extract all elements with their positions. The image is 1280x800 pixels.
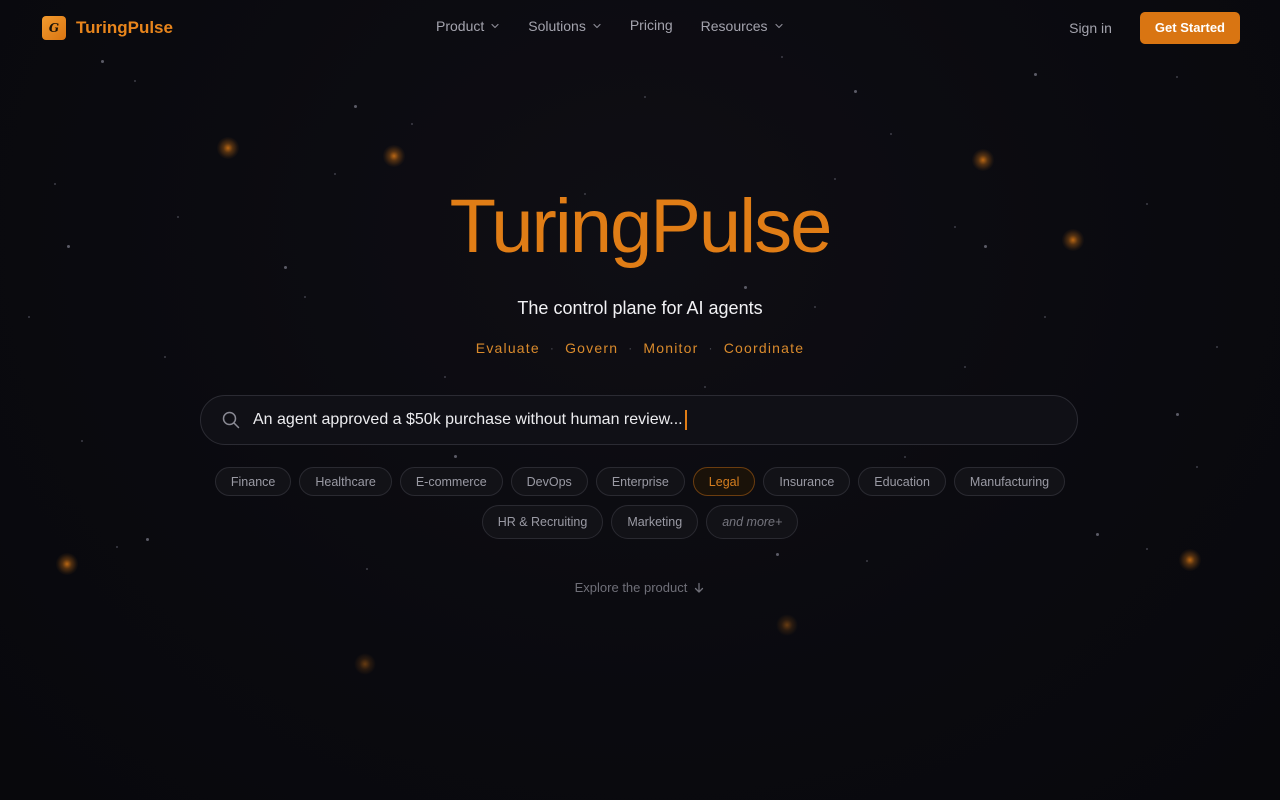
logo-mark-letter: G bbox=[48, 21, 60, 35]
scenario-search-box[interactable]: An agent approved a $50k purchase withou… bbox=[200, 395, 1078, 445]
landing-page: G TuringPulse Product Solutions Pricing … bbox=[0, 0, 1280, 800]
star bbox=[1146, 548, 1148, 550]
chip-manufacturing[interactable]: Manufacturing bbox=[953, 467, 1066, 496]
hero-subtitle: The control plane for AI agents bbox=[517, 298, 763, 318]
star bbox=[411, 123, 413, 125]
chip-finance[interactable]: Finance bbox=[214, 467, 292, 496]
explore-product-link[interactable]: Explore the product bbox=[0, 580, 1280, 595]
pillar-govern: Govern bbox=[565, 340, 619, 356]
top-nav: G TuringPulse Product Solutions Pricing … bbox=[0, 0, 1280, 56]
brand-logo[interactable]: G TuringPulse bbox=[42, 16, 173, 40]
search-input-value[interactable]: An agent approved a $50k purchase withou… bbox=[253, 410, 687, 430]
pillar-coordinate: Coordinate bbox=[723, 340, 805, 356]
star bbox=[644, 96, 646, 98]
star bbox=[444, 376, 446, 378]
star bbox=[890, 133, 892, 135]
search-icon bbox=[222, 411, 240, 429]
chip-hr-recruiting[interactable]: HR & Recruiting bbox=[481, 505, 604, 539]
pillars-list: Evaluate · Govern · Monitor · Coordinate bbox=[0, 340, 1280, 356]
nav-actions: Sign in Get Started bbox=[1069, 12, 1240, 44]
pillar-monitor: Monitor bbox=[643, 340, 699, 356]
nav-solutions[interactable]: Solutions bbox=[528, 18, 602, 34]
nav-product[interactable]: Product bbox=[436, 18, 500, 34]
arrow-down-icon bbox=[695, 582, 704, 593]
star bbox=[116, 546, 118, 548]
chip-healthcare[interactable]: Healthcare bbox=[299, 467, 392, 496]
pillar-evaluate: Evaluate bbox=[475, 340, 540, 356]
chevron-down-icon bbox=[774, 23, 783, 29]
text-cursor bbox=[684, 410, 687, 430]
pillar-separator: · bbox=[708, 341, 714, 355]
explore-label: Explore the product bbox=[574, 580, 688, 595]
chip-legal[interactable]: Legal bbox=[692, 467, 756, 496]
star bbox=[81, 440, 83, 442]
industry-chips-row-1: Finance Healthcare E-commerce DevOps Ent… bbox=[0, 467, 1280, 496]
star bbox=[366, 568, 368, 570]
nav-resources[interactable]: Resources bbox=[701, 18, 784, 34]
glow-dot bbox=[972, 149, 994, 171]
pillar-separator: · bbox=[549, 341, 556, 355]
star bbox=[834, 178, 836, 180]
nav-pricing[interactable]: Pricing bbox=[630, 16, 673, 34]
star bbox=[854, 90, 857, 93]
chip-insurance[interactable]: Insurance bbox=[763, 467, 851, 496]
glow-dot bbox=[1179, 549, 1201, 571]
brand-name: TuringPulse bbox=[76, 18, 173, 37]
chip-marketing[interactable]: Marketing bbox=[611, 505, 699, 539]
pillar-separator: · bbox=[628, 341, 634, 355]
star bbox=[1034, 73, 1037, 76]
chip-education[interactable]: Education bbox=[858, 467, 946, 496]
star bbox=[334, 173, 336, 175]
chip-and-more[interactable]: and more+ bbox=[706, 505, 799, 539]
star bbox=[1176, 76, 1178, 78]
hero-title: TuringPulse bbox=[449, 184, 833, 269]
star bbox=[164, 356, 166, 358]
get-started-button[interactable]: Get Started bbox=[1139, 12, 1240, 44]
chevron-down-icon bbox=[491, 23, 499, 29]
nav-link-label: Pricing bbox=[629, 17, 673, 33]
nav-link-label: Solutions bbox=[528, 18, 586, 34]
star bbox=[904, 456, 906, 458]
star bbox=[744, 286, 747, 289]
nav-links: Product Solutions Pricing Resources bbox=[436, 16, 812, 34]
star bbox=[704, 386, 706, 388]
glow-dot bbox=[383, 145, 405, 167]
star bbox=[781, 56, 783, 58]
nav-link-label: Resources bbox=[700, 18, 768, 34]
search-value-text: An agent approved a $50k purchase withou… bbox=[253, 411, 683, 429]
glow-dot bbox=[776, 614, 798, 636]
star bbox=[776, 553, 779, 556]
sign-in-link[interactable]: Sign in bbox=[1069, 20, 1112, 36]
star bbox=[354, 105, 357, 108]
chevron-down-icon bbox=[593, 23, 601, 29]
nav-link-label: Product bbox=[436, 18, 485, 34]
star bbox=[454, 455, 457, 458]
logo-mark-icon: G bbox=[42, 16, 66, 40]
chip-devops[interactable]: DevOps bbox=[510, 467, 588, 496]
chip-ecommerce[interactable]: E-commerce bbox=[399, 467, 503, 496]
star bbox=[866, 560, 868, 562]
glow-dot bbox=[217, 137, 239, 159]
glow-dot bbox=[354, 653, 376, 675]
star bbox=[964, 366, 966, 368]
glow-dot bbox=[56, 553, 78, 575]
industry-chips-row-2: HR & Recruiting Marketing and more+ bbox=[0, 505, 1280, 539]
star bbox=[134, 80, 136, 82]
star bbox=[1176, 413, 1179, 416]
star bbox=[101, 60, 104, 63]
chip-enterprise[interactable]: Enterprise bbox=[595, 467, 685, 496]
